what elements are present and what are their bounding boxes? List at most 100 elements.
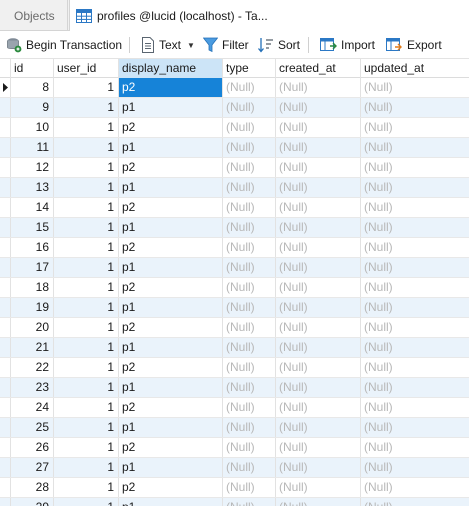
cell-display-name[interactable]: p2 xyxy=(119,278,223,297)
cell-id[interactable]: 8 xyxy=(11,78,54,97)
cell-type[interactable]: (Null) xyxy=(223,478,276,497)
cell-updated-at[interactable]: (Null) xyxy=(361,438,469,457)
cell-updated-at[interactable]: (Null) xyxy=(361,258,469,277)
table-row[interactable]: 8 1 p2 (Null) (Null) (Null) xyxy=(0,78,469,98)
row-selector[interactable] xyxy=(0,158,11,177)
cell-display-name[interactable]: p2 xyxy=(119,158,223,177)
sort-button[interactable]: Sort xyxy=(257,35,300,55)
cell-created-at[interactable]: (Null) xyxy=(276,298,361,317)
table-row[interactable]: 15 1 p1 (Null) (Null) (Null) xyxy=(0,218,469,238)
cell-user-id[interactable]: 1 xyxy=(54,298,119,317)
cell-display-name[interactable]: p1 xyxy=(119,458,223,477)
row-selector[interactable] xyxy=(0,438,11,457)
cell-id[interactable]: 24 xyxy=(11,398,54,417)
row-selector[interactable] xyxy=(0,218,11,237)
cell-created-at[interactable]: (Null) xyxy=(276,198,361,217)
cell-id[interactable]: 19 xyxy=(11,298,54,317)
cell-created-at[interactable]: (Null) xyxy=(276,158,361,177)
cell-created-at[interactable]: (Null) xyxy=(276,398,361,417)
text-view-button[interactable]: Text ▼ xyxy=(141,35,195,55)
cell-updated-at[interactable]: (Null) xyxy=(361,318,469,337)
row-selector[interactable] xyxy=(0,278,11,297)
row-selector[interactable] xyxy=(0,198,11,217)
cell-type[interactable]: (Null) xyxy=(223,238,276,257)
cell-created-at[interactable]: (Null) xyxy=(276,438,361,457)
cell-id[interactable]: 21 xyxy=(11,338,54,357)
begin-transaction-button[interactable]: Begin Transaction xyxy=(6,35,122,55)
cell-type[interactable]: (Null) xyxy=(223,178,276,197)
cell-id[interactable]: 11 xyxy=(11,138,54,157)
cell-id[interactable]: 12 xyxy=(11,158,54,177)
row-selector[interactable] xyxy=(0,378,11,397)
cell-id[interactable]: 27 xyxy=(11,458,54,477)
cell-display-name[interactable]: p2 xyxy=(119,118,223,137)
row-selector[interactable] xyxy=(0,138,11,157)
cell-type[interactable]: (Null) xyxy=(223,138,276,157)
row-selector[interactable] xyxy=(0,178,11,197)
cell-display-name[interactable]: p1 xyxy=(119,258,223,277)
cell-user-id[interactable]: 1 xyxy=(54,398,119,417)
table-row[interactable]: 21 1 p1 (Null) (Null) (Null) xyxy=(0,338,469,358)
cell-created-at[interactable]: (Null) xyxy=(276,478,361,497)
cell-id[interactable]: 28 xyxy=(11,478,54,497)
cell-created-at[interactable]: (Null) xyxy=(276,138,361,157)
cell-display-name[interactable]: p2 xyxy=(119,478,223,497)
table-row[interactable]: 9 1 p1 (Null) (Null) (Null) xyxy=(0,98,469,118)
cell-user-id[interactable]: 1 xyxy=(54,258,119,277)
row-selector[interactable] xyxy=(0,238,11,257)
filter-button[interactable]: Filter xyxy=(203,35,249,55)
cell-display-name[interactable]: p1 xyxy=(119,418,223,437)
row-selector[interactable] xyxy=(0,418,11,437)
table-row[interactable]: 18 1 p2 (Null) (Null) (Null) xyxy=(0,278,469,298)
cell-user-id[interactable]: 1 xyxy=(54,158,119,177)
column-header-updated-at[interactable]: updated_at xyxy=(361,59,469,78)
row-selector[interactable] xyxy=(0,258,11,277)
cell-type[interactable]: (Null) xyxy=(223,378,276,397)
cell-updated-at[interactable]: (Null) xyxy=(361,118,469,137)
cell-display-name[interactable]: p1 xyxy=(119,178,223,197)
cell-user-id[interactable]: 1 xyxy=(54,498,119,506)
cell-type[interactable]: (Null) xyxy=(223,498,276,506)
cell-type[interactable]: (Null) xyxy=(223,438,276,457)
cell-display-name[interactable]: p1 xyxy=(119,218,223,237)
cell-type[interactable]: (Null) xyxy=(223,278,276,297)
cell-id[interactable]: 29 xyxy=(11,498,54,506)
cell-display-name[interactable]: p1 xyxy=(119,98,223,117)
cell-created-at[interactable]: (Null) xyxy=(276,458,361,477)
cell-user-id[interactable]: 1 xyxy=(54,438,119,457)
row-selector[interactable] xyxy=(0,338,11,357)
table-row[interactable]: 27 1 p1 (Null) (Null) (Null) xyxy=(0,458,469,478)
cell-created-at[interactable]: (Null) xyxy=(276,498,361,506)
cell-display-name[interactable]: p1 xyxy=(119,298,223,317)
cell-user-id[interactable]: 1 xyxy=(54,98,119,117)
table-row[interactable]: 20 1 p2 (Null) (Null) (Null) xyxy=(0,318,469,338)
cell-type[interactable]: (Null) xyxy=(223,418,276,437)
cell-id[interactable]: 10 xyxy=(11,118,54,137)
cell-display-name[interactable]: p1 xyxy=(119,378,223,397)
cell-user-id[interactable]: 1 xyxy=(54,358,119,377)
cell-user-id[interactable]: 1 xyxy=(54,238,119,257)
cell-user-id[interactable]: 1 xyxy=(54,338,119,357)
cell-updated-at[interactable]: (Null) xyxy=(361,238,469,257)
data-grid[interactable]: id user_id display_name type created_at … xyxy=(0,59,469,506)
cell-display-name[interactable]: p2 xyxy=(119,438,223,457)
cell-updated-at[interactable]: (Null) xyxy=(361,138,469,157)
cell-type[interactable]: (Null) xyxy=(223,118,276,137)
cell-id[interactable]: 20 xyxy=(11,318,54,337)
table-row[interactable]: 16 1 p2 (Null) (Null) (Null) xyxy=(0,238,469,258)
cell-created-at[interactable]: (Null) xyxy=(276,238,361,257)
cell-updated-at[interactable]: (Null) xyxy=(361,158,469,177)
cell-updated-at[interactable]: (Null) xyxy=(361,418,469,437)
cell-type[interactable]: (Null) xyxy=(223,318,276,337)
cell-created-at[interactable]: (Null) xyxy=(276,338,361,357)
cell-display-name[interactable]: p2 xyxy=(119,318,223,337)
cell-id[interactable]: 13 xyxy=(11,178,54,197)
cell-id[interactable]: 9 xyxy=(11,98,54,117)
table-row[interactable]: 17 1 p1 (Null) (Null) (Null) xyxy=(0,258,469,278)
table-row[interactable]: 19 1 p1 (Null) (Null) (Null) xyxy=(0,298,469,318)
row-selector[interactable] xyxy=(0,358,11,377)
cell-updated-at[interactable]: (Null) xyxy=(361,398,469,417)
cell-type[interactable]: (Null) xyxy=(223,218,276,237)
table-row[interactable]: 14 1 p2 (Null) (Null) (Null) xyxy=(0,198,469,218)
cell-created-at[interactable]: (Null) xyxy=(276,118,361,137)
